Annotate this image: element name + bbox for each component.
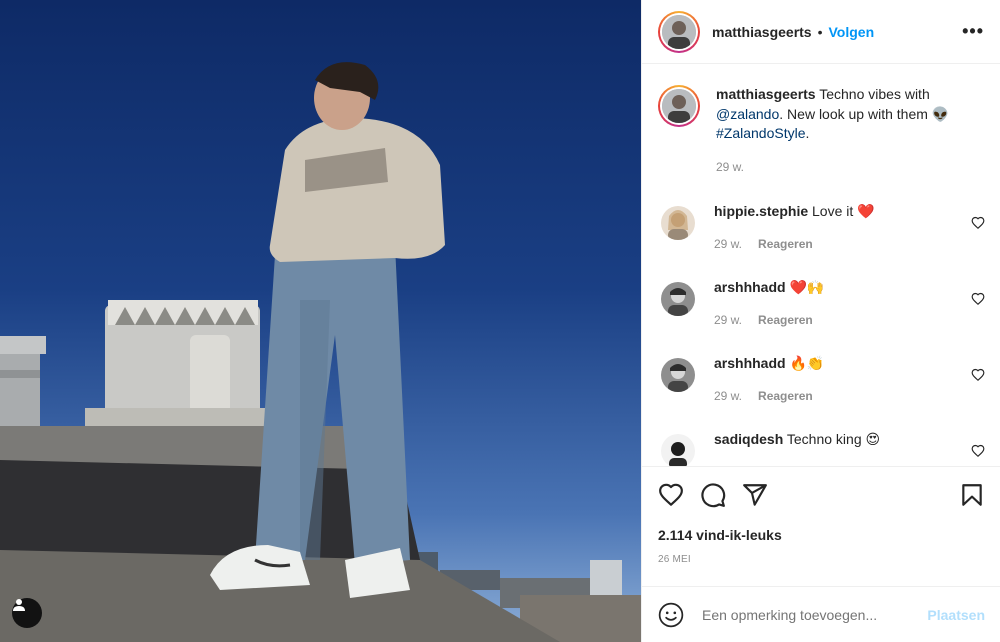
caption-mention[interactable]: @zalando — [716, 106, 779, 122]
post-photo[interactable] — [0, 0, 641, 642]
caption-text: matthiasgeerts Techno vibes with @zaland… — [716, 85, 985, 144]
comment-item: hippie.stephie Love it ❤️ 29 w. Reageren — [658, 202, 985, 254]
author-username[interactable]: matthiasgeerts — [712, 24, 812, 40]
post-viewer: matthiasgeerts • Volgen ••• matthiasgeer… — [0, 0, 1000, 642]
reply-button[interactable]: Reageren — [758, 237, 813, 251]
comment-text: ❤️🙌 — [789, 279, 825, 295]
caption-meta: 29 w. — [716, 158, 985, 178]
comment-item: arshhhadd 🔥👏 29 w. Reageren — [658, 354, 985, 406]
post-caption: matthiasgeerts Techno vibes with @zaland… — [658, 85, 985, 177]
comment-body: arshhhadd ❤️🙌 29 w. Reageren — [714, 278, 824, 330]
comment-input[interactable] — [702, 606, 928, 623]
caption-text-part: Techno vibes with — [815, 86, 930, 102]
person-icon — [13, 599, 25, 611]
comment-like-heart-icon[interactable] — [971, 216, 985, 230]
comment-body: hippie.stephie Love it ❤️ 29 w. Reageren — [714, 202, 875, 254]
comment-like-heart-icon[interactable] — [971, 368, 985, 382]
author-avatar[interactable] — [658, 10, 700, 53]
emoji-icon[interactable] — [658, 602, 684, 628]
comment-text: 🔥👏 — [789, 355, 825, 371]
commenter-avatar[interactable] — [661, 434, 695, 466]
likes-count[interactable]: 2.114 vind-ik-leuks — [658, 527, 985, 543]
avatar-image — [662, 14, 696, 49]
comment-username[interactable]: hippie.stephie — [714, 203, 808, 219]
more-options-icon[interactable]: ••• — [962, 21, 984, 42]
follow-button[interactable]: Volgen — [829, 24, 875, 40]
comment-text-line: sadiqdesh Techno king 😍 — [714, 430, 880, 449]
comment-item: arshhhadd ❤️🙌 29 w. Reageren — [658, 278, 985, 330]
post-comment-button[interactable]: Plaatsen — [927, 607, 985, 623]
comment-time[interactable]: 29 w. — [714, 237, 742, 251]
post-date[interactable]: 26 MEI — [658, 554, 985, 565]
reply-button[interactable]: Reageren — [758, 389, 813, 403]
comments-list[interactable]: matthiasgeerts Techno vibes with @zaland… — [642, 65, 1000, 466]
avatar-ring-inner — [660, 12, 698, 51]
comment-time[interactable]: 29 w. — [714, 313, 742, 327]
action-icons — [658, 467, 985, 523]
comment-time[interactable]: 29 w. — [714, 389, 742, 403]
commenter-avatar[interactable] — [661, 358, 695, 392]
user-tag-icon[interactable] — [12, 598, 42, 628]
comment-username[interactable]: arshhhadd — [714, 279, 786, 295]
caption-body: matthiasgeerts Techno vibes with @zaland… — [716, 85, 985, 177]
header-separator: • — [817, 23, 823, 40]
caption-text-part: . New look up with them 👽 — [779, 105, 950, 122]
comment-meta: 29 w. Reageren — [714, 235, 875, 254]
post-header: matthiasgeerts • Volgen ••• — [642, 0, 1000, 64]
comment-body: sadiqdesh Techno king 😍 — [714, 430, 880, 466]
comment-username[interactable]: arshhhadd — [714, 355, 786, 371]
comment-username[interactable]: sadiqdesh — [714, 431, 783, 447]
comment-text: Love it ❤️ — [812, 203, 875, 219]
caption-avatar[interactable] — [658, 85, 700, 127]
comment-item: sadiqdesh Techno king 😍 — [658, 430, 985, 466]
reply-button[interactable]: Reageren — [758, 313, 813, 327]
commenter-avatar[interactable] — [661, 282, 695, 316]
commenter-avatar[interactable] — [661, 206, 695, 240]
comment-text-line: arshhhadd 🔥👏 — [714, 354, 824, 373]
post-side-panel: matthiasgeerts • Volgen ••• matthiasgeer… — [641, 0, 1000, 642]
comment-text-line: hippie.stephie Love it ❤️ — [714, 202, 875, 221]
comment-meta: 29 w. Reageren — [714, 311, 824, 330]
caption-hashtag[interactable]: #ZalandoStyle — [716, 125, 806, 141]
avatar-image — [662, 89, 696, 123]
bookmark-icon[interactable] — [959, 482, 985, 508]
heart-icon[interactable] — [658, 482, 684, 508]
caption-time[interactable]: 29 w. — [716, 160, 744, 174]
share-icon[interactable] — [742, 482, 768, 508]
photo-scene — [0, 62, 641, 642]
caption-username[interactable]: matthiasgeerts — [716, 86, 816, 102]
comment-like-heart-icon[interactable] — [971, 444, 985, 458]
comment-meta: 29 w. Reageren — [714, 387, 824, 406]
caption-text-end: . — [805, 125, 810, 141]
post-actions: 2.114 vind-ik-leuks 26 MEI — [642, 466, 1000, 586]
add-comment-bar: Plaatsen — [642, 586, 1000, 642]
comment-text-line: arshhhadd ❤️🙌 — [714, 278, 824, 297]
comment-like-heart-icon[interactable] — [971, 292, 985, 306]
comment-text: Techno king 😍 — [786, 431, 881, 447]
avatar-ring-inner — [660, 87, 698, 125]
comment-icon[interactable] — [700, 482, 726, 508]
comment-body: arshhhadd 🔥👏 29 w. Reageren — [714, 354, 824, 406]
